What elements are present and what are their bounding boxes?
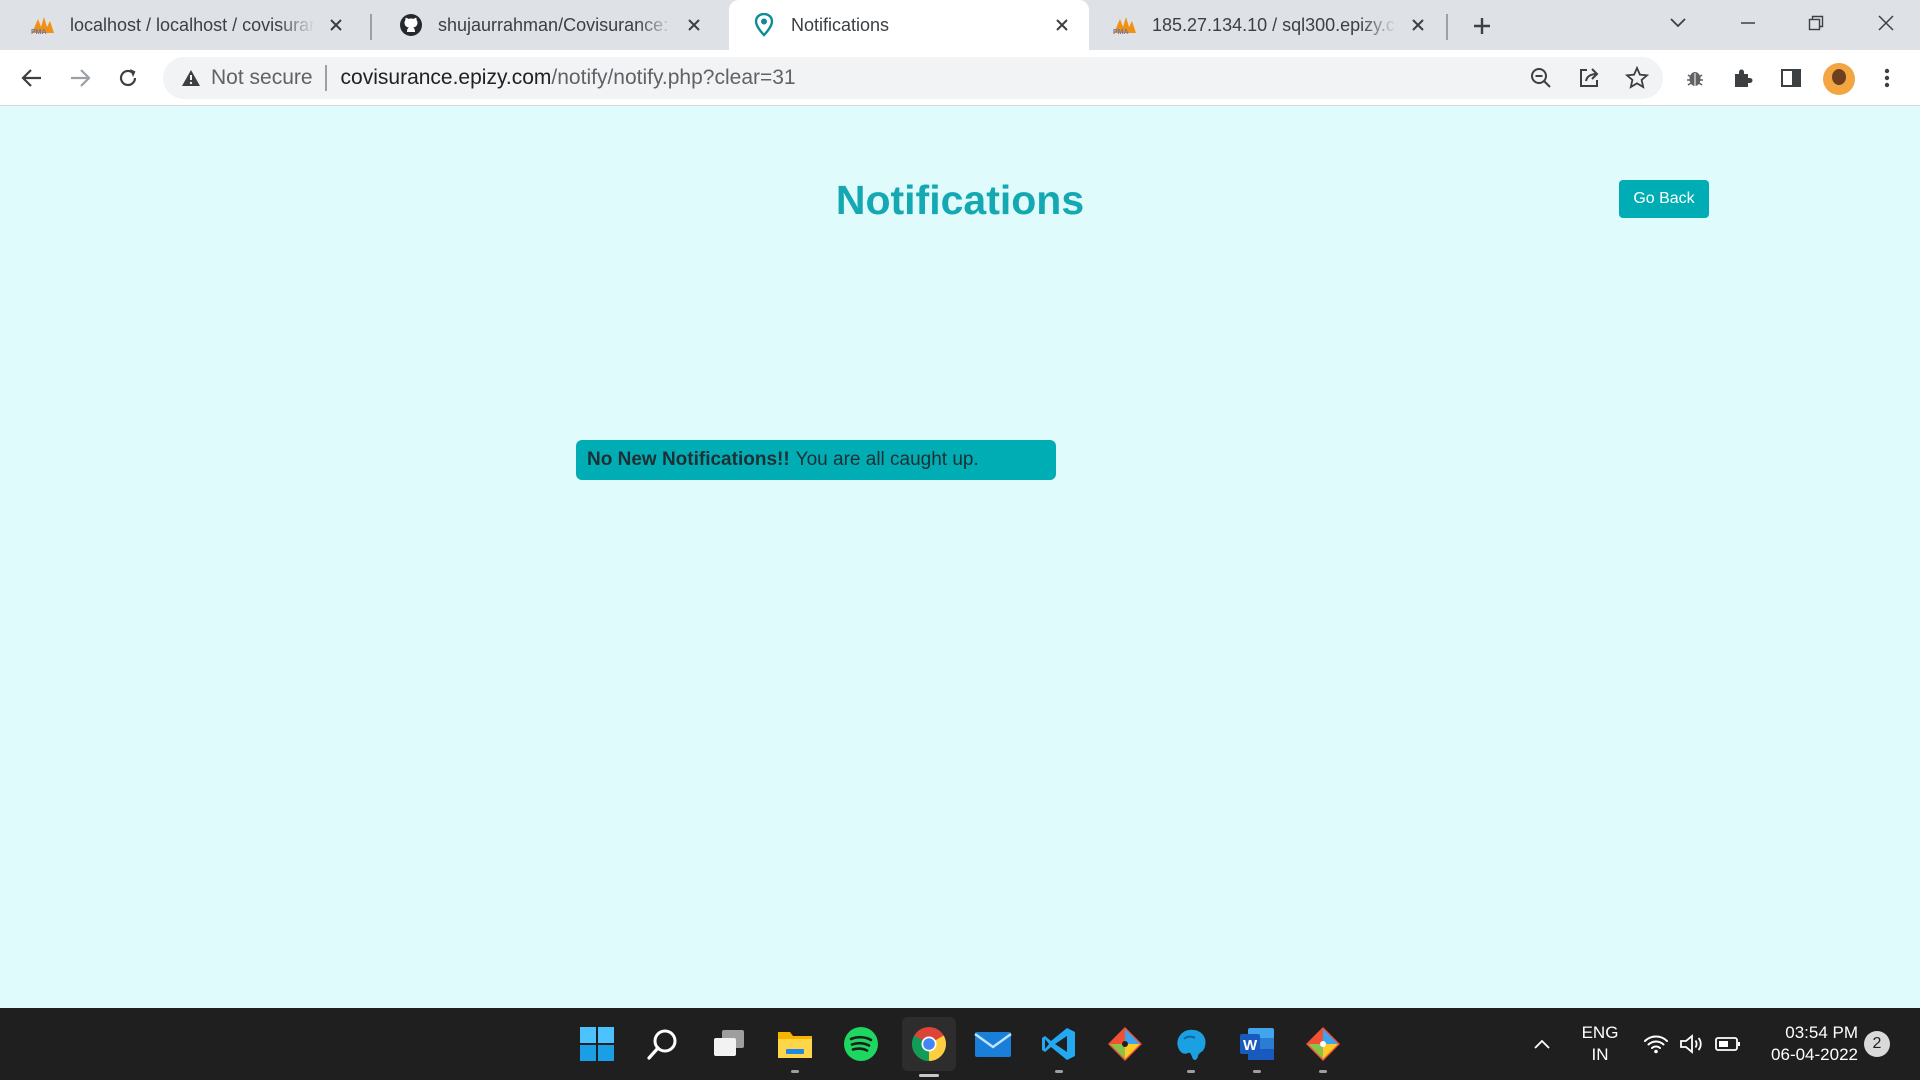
phpmyadmin-icon: PMA bbox=[1112, 14, 1138, 36]
active-indicator bbox=[919, 1074, 939, 1077]
plus-icon bbox=[1474, 18, 1490, 34]
tab-separator bbox=[1446, 14, 1448, 40]
browser-toolbar: Not secure covisurance.epizy.com/notify/… bbox=[0, 50, 1920, 106]
close-icon[interactable] bbox=[325, 14, 347, 36]
running-indicator bbox=[1187, 1070, 1195, 1073]
tab-title: 185.27.134.10 / sql300.epizy.com bbox=[1152, 14, 1397, 35]
tab-title: Notifications bbox=[791, 14, 890, 35]
side-panel-button[interactable] bbox=[1775, 62, 1807, 94]
windows-start-icon[interactable] bbox=[576, 1023, 618, 1065]
extension-bug-button[interactable] bbox=[1679, 62, 1711, 94]
tab-title: shujaurrahman/Covisurance: Secure bbox=[438, 14, 673, 35]
word-icon[interactable]: W bbox=[1236, 1023, 1278, 1073]
chevron-down-icon bbox=[1670, 18, 1686, 28]
close-icon[interactable] bbox=[1051, 14, 1073, 36]
empty-notifications-alert: No New Notifications!! You are all caught… bbox=[576, 440, 1056, 480]
go-back-button[interactable]: Go Back bbox=[1619, 180, 1709, 218]
extensions-button[interactable] bbox=[1727, 62, 1759, 94]
arrow-right-icon bbox=[71, 69, 91, 87]
svg-text:PMA: PMA bbox=[1113, 29, 1129, 35]
tab-search-button[interactable] bbox=[1658, 6, 1698, 40]
reload-button[interactable] bbox=[112, 62, 144, 94]
page-content: Notifications Go Back No New Notificatio… bbox=[0, 107, 1920, 1008]
clock[interactable]: 03:54 PM 06-04-2022 bbox=[1752, 1022, 1858, 1066]
alert-heading: No New Notifications!! bbox=[587, 449, 790, 470]
git-icon[interactable] bbox=[1302, 1023, 1344, 1073]
chrome-icon[interactable] bbox=[902, 1017, 956, 1077]
show-hidden-icons-button[interactable] bbox=[1522, 1023, 1562, 1065]
search-icon[interactable] bbox=[642, 1023, 684, 1065]
bug-icon bbox=[1687, 72, 1703, 86]
phpmyadmin-icon: PMA bbox=[30, 14, 56, 36]
chevron-up-icon bbox=[1534, 1039, 1550, 1049]
menu-button[interactable] bbox=[1871, 62, 1903, 94]
avatar[interactable] bbox=[1823, 63, 1855, 95]
spotify-icon[interactable] bbox=[840, 1023, 882, 1065]
tab-separator bbox=[370, 14, 372, 40]
address-bar[interactable]: Not secure covisurance.epizy.com/notify/… bbox=[163, 57, 1663, 99]
arrow-left-icon bbox=[21, 69, 41, 87]
close-icon[interactable] bbox=[683, 14, 705, 36]
running-indicator bbox=[791, 1070, 799, 1073]
tab-title: localhost / localhost / covisurance bbox=[70, 14, 315, 35]
side-panel-icon bbox=[1781, 69, 1801, 87]
running-indicator bbox=[1253, 1070, 1261, 1073]
tab-localhost[interactable]: PMA localhost / localhost / covisurance bbox=[8, 0, 363, 50]
region-code: IN bbox=[1591, 1045, 1609, 1064]
vscode-icon[interactable] bbox=[1038, 1023, 1080, 1073]
git-icon[interactable] bbox=[1104, 1023, 1146, 1065]
minimize-button[interactable] bbox=[1728, 6, 1768, 40]
security-label[interactable]: Not secure bbox=[211, 66, 313, 90]
language-indicator[interactable]: ENG IN bbox=[1574, 1022, 1626, 1066]
volume-icon[interactable] bbox=[1674, 1023, 1710, 1065]
location-pin-icon bbox=[751, 13, 777, 37]
close-window-button[interactable] bbox=[1866, 6, 1906, 40]
restore-button[interactable] bbox=[1796, 6, 1836, 40]
bookmark-star-icon[interactable] bbox=[1621, 62, 1653, 94]
running-indicator bbox=[1319, 1070, 1327, 1073]
url-path: /notify/notify.php?clear=31 bbox=[551, 66, 796, 89]
forward-button[interactable] bbox=[64, 62, 96, 94]
clock-time: 03:54 PM bbox=[1785, 1023, 1858, 1042]
alert-message: You are all caught up. bbox=[795, 449, 979, 470]
taskbar: W ENG IN 03:54 PM 06-04-2022 bbox=[0, 1008, 1920, 1080]
svg-text:PMA: PMA bbox=[31, 29, 47, 35]
tab-github[interactable]: shujaurrahman/Covisurance: Secure bbox=[376, 0, 721, 50]
puzzle-icon bbox=[1735, 69, 1753, 87]
svg-text:W: W bbox=[1243, 1037, 1258, 1054]
reload-icon bbox=[119, 69, 137, 87]
back-button[interactable] bbox=[16, 62, 48, 94]
divider bbox=[324, 65, 327, 91]
file-explorer-icon[interactable] bbox=[774, 1023, 816, 1073]
restore-icon bbox=[1808, 15, 1824, 31]
tab-strip: PMA localhost / localhost / covisurance … bbox=[0, 0, 1920, 50]
battery-icon[interactable] bbox=[1710, 1023, 1746, 1065]
wifi-icon[interactable] bbox=[1638, 1023, 1674, 1065]
notification-count-badge[interactable]: 2 bbox=[1864, 1031, 1890, 1057]
tab-sql-epizy[interactable]: PMA 185.27.134.10 / sql300.epizy.com bbox=[1090, 0, 1445, 50]
new-tab-button[interactable] bbox=[1466, 10, 1498, 42]
kebab-menu-icon bbox=[1884, 68, 1890, 88]
mail-icon[interactable] bbox=[972, 1023, 1014, 1065]
warning-icon[interactable] bbox=[179, 66, 203, 90]
url-text[interactable]: covisurance.epizy.com/notify/notify.php?… bbox=[341, 66, 796, 90]
url-host: covisurance.epizy.com bbox=[340, 66, 552, 89]
minimize-icon bbox=[1741, 22, 1755, 24]
clock-date: 06-04-2022 bbox=[1771, 1045, 1858, 1064]
language-code: ENG bbox=[1581, 1023, 1619, 1042]
close-icon[interactable] bbox=[1407, 14, 1429, 36]
share-icon[interactable] bbox=[1573, 62, 1605, 94]
task-view-icon[interactable] bbox=[708, 1023, 750, 1065]
running-indicator bbox=[1055, 1070, 1063, 1073]
github-icon bbox=[398, 14, 424, 36]
tab-notifications[interactable]: Notifications bbox=[729, 0, 1089, 50]
mysql-workbench-icon[interactable] bbox=[1170, 1023, 1212, 1073]
close-icon bbox=[1878, 15, 1894, 31]
omnibox-actions bbox=[1525, 62, 1653, 94]
zoom-out-icon[interactable] bbox=[1525, 62, 1557, 94]
